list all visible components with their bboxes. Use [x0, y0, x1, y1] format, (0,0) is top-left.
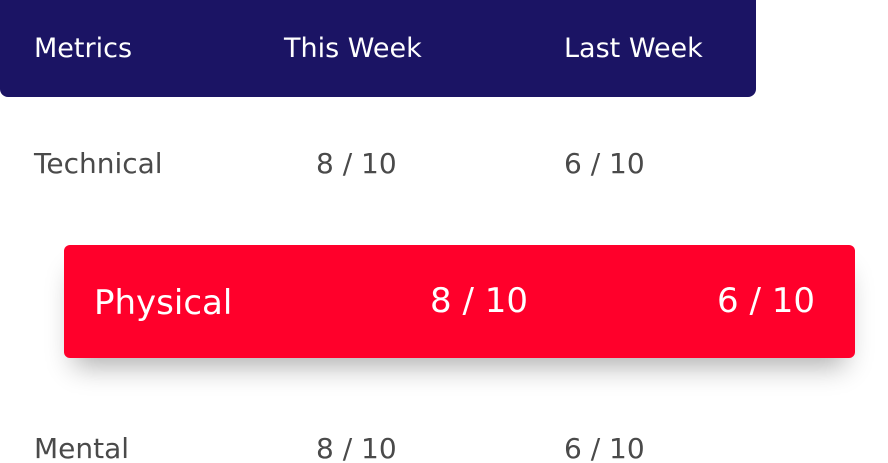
- column-header-metrics: Metrics: [34, 33, 133, 64]
- table-row-physical-selected[interactable]: Physical 8 / 10 6 / 10: [64, 245, 855, 358]
- metric-name: Technical: [34, 147, 163, 180]
- this-week-score: 8 / 10: [316, 147, 397, 180]
- this-week-score: 8 / 10: [430, 281, 528, 321]
- table-row-technical[interactable]: Technical 8 / 10 6 / 10: [0, 134, 888, 194]
- column-header-this-week: This Week: [284, 33, 422, 64]
- this-week-score: 8 / 10: [316, 432, 397, 463]
- last-week-score: 6 / 10: [564, 147, 645, 180]
- table-header: Metrics This Week Last Week: [0, 0, 756, 97]
- table-row-mental[interactable]: Mental 8 / 10 6 / 10: [0, 419, 888, 463]
- metric-name: Physical: [94, 283, 233, 323]
- last-week-score: 6 / 10: [717, 281, 815, 321]
- last-week-score: 6 / 10: [564, 432, 645, 463]
- column-header-last-week: Last Week: [564, 33, 703, 64]
- metrics-table: Metrics This Week Last Week Technical 8 …: [0, 0, 888, 463]
- metric-name: Mental: [34, 432, 130, 463]
